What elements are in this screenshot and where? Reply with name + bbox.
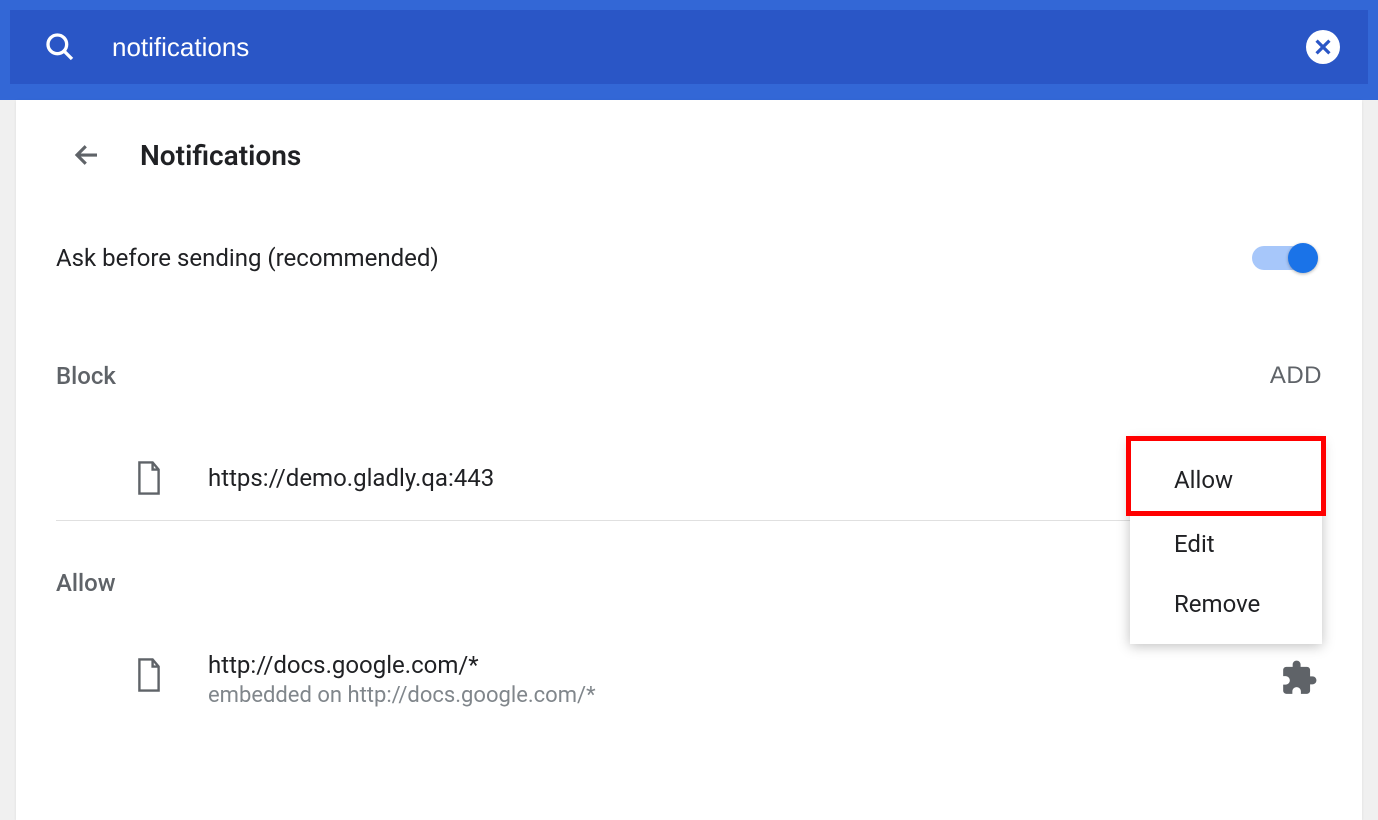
block-list-item[interactable]: https://demo.gladly.qa:443 Allow Edit Re… — [56, 446, 1322, 521]
allow-section-label: Allow — [56, 569, 116, 597]
document-icon — [134, 460, 164, 496]
context-menu: Allow Edit Remove — [1130, 440, 1322, 644]
allow-item-subtext: embedded on http://docs.google.com/* — [208, 683, 1280, 708]
clear-search-button[interactable] — [1306, 30, 1340, 64]
search-bar-outer — [0, 0, 1378, 100]
close-icon — [1312, 36, 1334, 58]
allow-item-url: http://docs.google.com/* — [208, 651, 1280, 679]
ask-before-sending-row: Ask before sending (recommended) — [56, 244, 1322, 272]
document-icon — [134, 657, 164, 693]
menu-item-allow[interactable]: Allow — [1130, 440, 1322, 514]
ask-before-sending-label: Ask before sending (recommended) — [56, 244, 439, 272]
settings-page: Notifications Ask before sending (recomm… — [16, 100, 1362, 820]
page-title: Notifications — [140, 139, 301, 172]
ask-before-sending-toggle[interactable] — [1252, 246, 1316, 270]
search-icon — [44, 31, 76, 63]
search-input[interactable] — [112, 32, 1306, 63]
menu-item-remove[interactable]: Remove — [1130, 574, 1322, 634]
block-section-header: Block ADD — [56, 362, 1322, 390]
back-button[interactable] — [68, 136, 106, 174]
menu-item-edit[interactable]: Edit — [1130, 514, 1322, 574]
block-section-label: Block — [56, 362, 116, 390]
allow-item-text: http://docs.google.com/* embedded on htt… — [208, 651, 1280, 708]
extension-icon — [1280, 659, 1318, 701]
allow-list-item[interactable]: http://docs.google.com/* embedded on htt… — [56, 637, 1322, 732]
page-header: Notifications — [68, 136, 1322, 174]
toggle-knob — [1288, 243, 1318, 273]
search-bar — [10, 10, 1368, 84]
arrow-left-icon — [72, 140, 102, 170]
block-add-button[interactable]: ADD — [1270, 362, 1322, 390]
